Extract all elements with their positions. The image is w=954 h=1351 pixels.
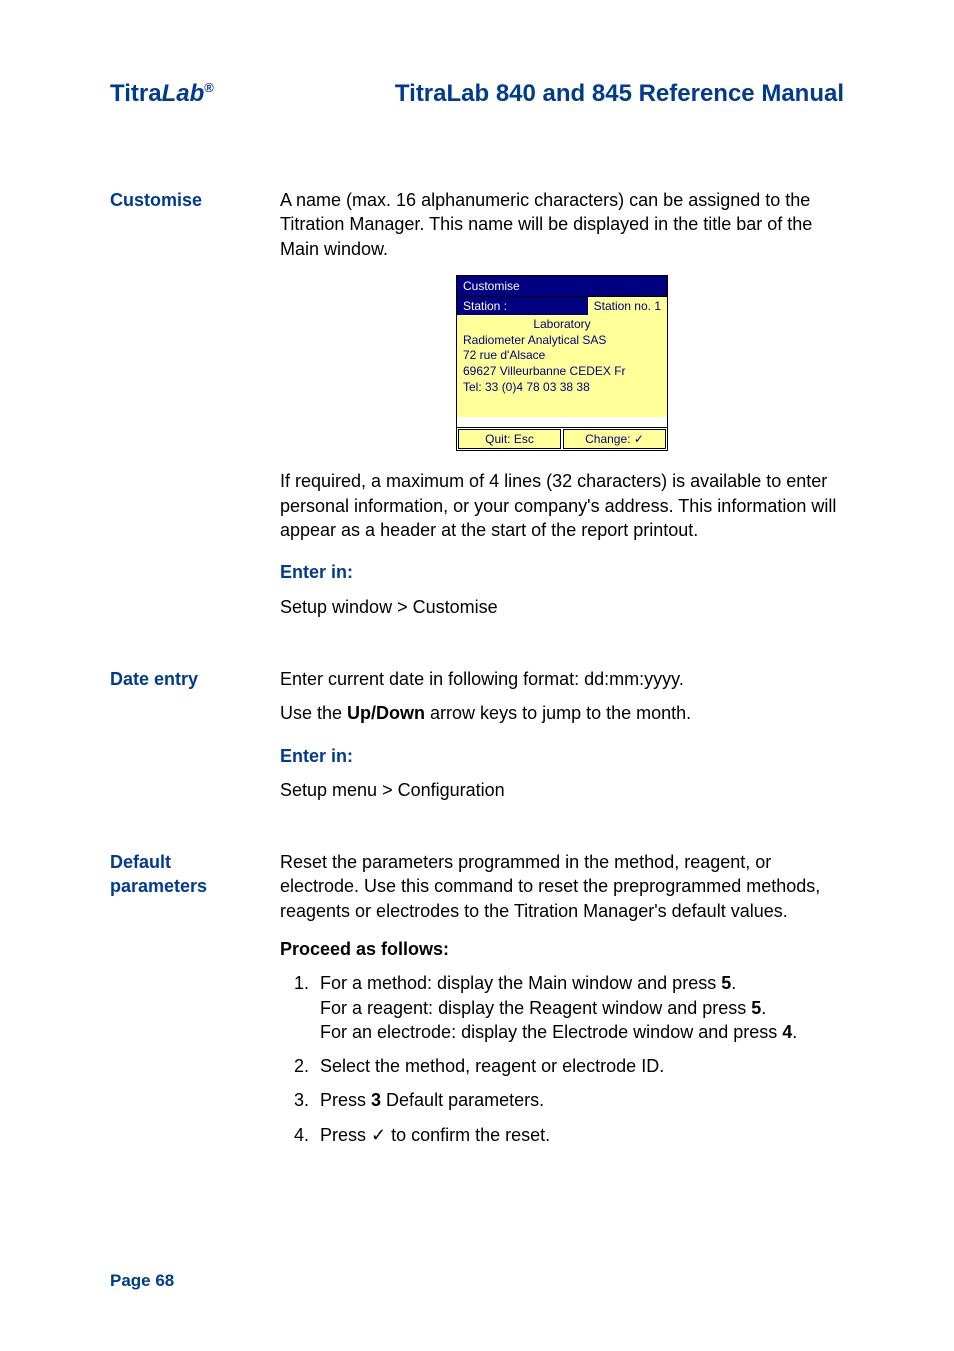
check-icon: ✓ [371, 1125, 386, 1145]
section-default-parameters: Default parameters Reset the parameters … [110, 850, 844, 1157]
proceed-label: Proceed as follows: [280, 937, 844, 961]
date-entry-para2-pre: Use the [280, 703, 347, 723]
enter-in-label-2: Enter in: [280, 744, 844, 768]
device-footer: Quit: Esc Change: ✓ [457, 427, 667, 450]
customise-para1: A name (max. 16 alphanumeric characters)… [280, 188, 844, 261]
proceed-steps: For a method: display the Main window an… [280, 971, 844, 1147]
device-screenshot-wrap: Customise Station : Station no. 1 Labora… [280, 275, 844, 452]
device-line1: Radiometer Analytical SAS [463, 333, 661, 349]
section-date-entry: Date entry Enter current date in followi… [110, 667, 844, 812]
step-1: For a method: display the Main window an… [314, 971, 844, 1044]
manual-title: TitraLab 840 and 845 Reference Manual [395, 80, 844, 108]
date-entry-para2-post: arrow keys to jump to the month. [425, 703, 691, 723]
enter-in-path-1: Setup window > Customise [280, 595, 844, 619]
date-entry-para1: Enter current date in following format: … [280, 667, 844, 691]
device-change-button: Change: ✓ [563, 429, 666, 449]
step1-a-end: . [731, 973, 736, 993]
default-label-line2: parameters [110, 876, 207, 896]
step4-pre: Press [320, 1125, 371, 1145]
step3-pre: Press [320, 1090, 371, 1110]
device-title: Customise [457, 276, 667, 297]
step1-c: For an electrode: display the Electrode … [320, 1022, 782, 1042]
step1-b: For a reagent: display the Reagent windo… [320, 998, 751, 1018]
device-line3: 69627 Villeurbanne CEDEX Fr [463, 364, 661, 380]
section-body-customise: A name (max. 16 alphanumeric characters)… [280, 188, 844, 629]
customise-para2: If required, a maximum of 4 lines (32 ch… [280, 469, 844, 542]
section-body-date-entry: Enter current date in following format: … [280, 667, 844, 812]
brand-lab: Lab [162, 80, 205, 107]
section-body-default-parameters: Reset the parameters programmed in the m… [280, 850, 844, 1157]
device-station-label: Station : [457, 297, 513, 315]
section-label-customise: Customise [110, 188, 280, 629]
step3-bold: 3 [371, 1090, 381, 1110]
step-4: Press ✓ to confirm the reset. [314, 1123, 844, 1147]
default-para1: Reset the parameters programmed in the m… [280, 850, 844, 923]
device-quit-button: Quit: Esc [458, 429, 561, 449]
section-label-date-entry: Date entry [110, 667, 280, 812]
device-line2: 72 rue d'Alsace [463, 348, 661, 364]
registered-icon: ® [204, 80, 214, 95]
section-label-default-parameters: Default parameters [110, 850, 280, 1157]
date-entry-para2: Use the Up/Down arrow keys to jump to th… [280, 701, 844, 725]
device-station-value: Station no. 1 [588, 297, 667, 315]
device-station-row: Station : Station no. 1 [457, 297, 667, 315]
device-screenshot: Customise Station : Station no. 1 Labora… [456, 275, 668, 452]
page: TitraLab® TitraLab 840 and 845 Reference… [0, 0, 954, 1351]
device-line-center: Laboratory [463, 317, 661, 333]
device-line4: Tel: 33 (0)4 78 03 38 38 [463, 380, 661, 396]
device-body: Laboratory Radiometer Analytical SAS 72 … [457, 315, 667, 417]
page-number: Page 68 [110, 1271, 174, 1291]
device-blank [457, 417, 667, 427]
step1-b-end: . [761, 998, 766, 1018]
step4-post: to confirm the reset. [386, 1125, 550, 1145]
enter-in-label-1: Enter in: [280, 560, 844, 584]
step1-c-bold: 4 [782, 1022, 792, 1042]
enter-in-path-2: Setup menu > Configuration [280, 778, 844, 802]
page-header: TitraLab® TitraLab 840 and 845 Reference… [110, 80, 844, 108]
default-label-line1: Default [110, 852, 171, 872]
step-3: Press 3 Default parameters. [314, 1088, 844, 1112]
step1-a: For a method: display the Main window an… [320, 973, 721, 993]
brand-logo: TitraLab® [110, 80, 214, 108]
section-customise: Customise A name (max. 16 alphanumeric c… [110, 188, 844, 629]
step-2: Select the method, reagent or electrode … [314, 1054, 844, 1078]
step3-post: Default parameters. [381, 1090, 544, 1110]
step1-a-bold: 5 [721, 973, 731, 993]
date-entry-para2-bold: Up/Down [347, 703, 425, 723]
step1-c-end: . [792, 1022, 797, 1042]
step1-b-bold: 5 [751, 998, 761, 1018]
brand-titra: Titra [110, 80, 162, 107]
